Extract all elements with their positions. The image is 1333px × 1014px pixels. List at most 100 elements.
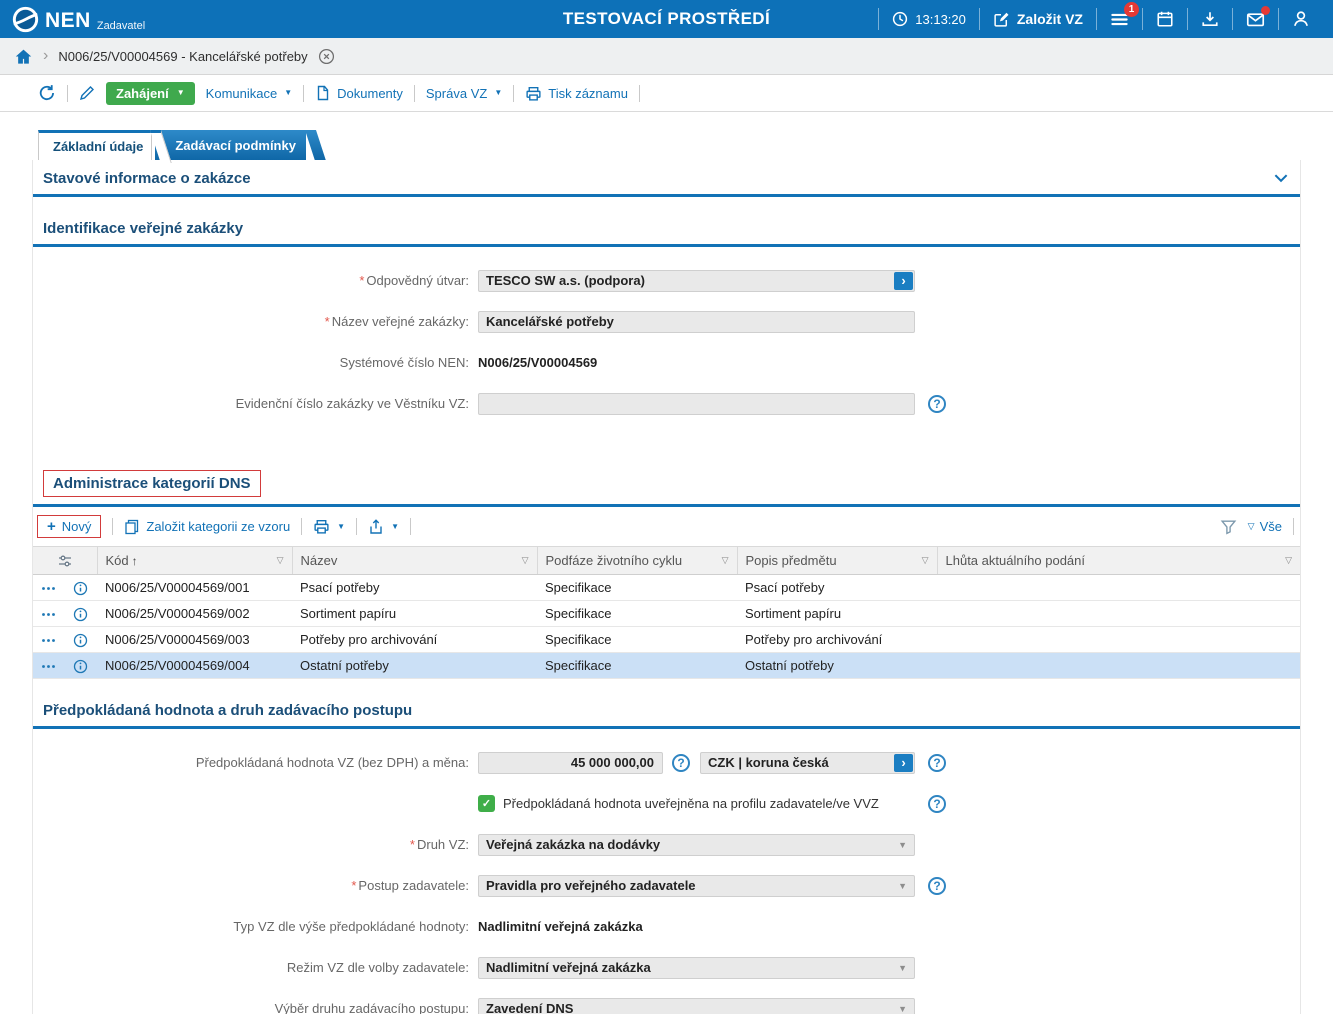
- row-info-icon[interactable]: [73, 607, 88, 622]
- profile-button[interactable]: [1278, 8, 1323, 30]
- row-menu-icon[interactable]: [41, 664, 56, 669]
- help-icon[interactable]: ?: [928, 795, 946, 813]
- col-header-popis[interactable]: Popis předmětu ▽: [737, 547, 937, 575]
- field-value: Veřejná zakázka na dodávky: [486, 837, 660, 852]
- currency-field[interactable]: CZK | koruna česká ›: [700, 752, 915, 774]
- tab-zakladni-udaje[interactable]: Základní údaje: [38, 130, 152, 160]
- table-settings-header[interactable]: [33, 547, 97, 575]
- collapse-chevron-icon[interactable]: [1272, 169, 1290, 187]
- messages-button[interactable]: [1232, 8, 1278, 30]
- filter-funnel-icon[interactable]: [1220, 518, 1237, 535]
- filter-caret-icon[interactable]: ▽: [277, 556, 284, 565]
- divider: [356, 518, 357, 535]
- menu-badge: 1: [1124, 2, 1139, 17]
- home-icon[interactable]: [14, 47, 33, 66]
- cell-popis: Ostatní potřeby: [737, 653, 937, 679]
- top-bar: NEN Zadavatel TESTOVACÍ PROSTŘEDÍ 13:13:…: [0, 0, 1333, 38]
- col-header-lhuta[interactable]: Lhůta aktuálního podání▽: [937, 547, 1300, 575]
- col-label: Podfáze životního cyklu: [546, 553, 683, 568]
- table-row[interactable]: N006/25/V00004569/001 Psací potřeby Spec…: [33, 575, 1300, 601]
- picker-chevron-icon[interactable]: ›: [894, 754, 913, 772]
- form-row-postup: *Postup zadavatele: Pravidla pro veřejné…: [33, 874, 1300, 897]
- nazev-vz-field[interactable]: Kancelářské potřeby: [478, 311, 915, 333]
- col-header-kod[interactable]: Kód↑▽: [97, 547, 292, 575]
- content-frame: Stavové informace o zakázce Identifikace…: [32, 160, 1301, 1014]
- create-from-template-button[interactable]: Založit kategorii ze vzoru: [124, 519, 290, 535]
- komunikace-menu[interactable]: Komunikace ▼: [206, 86, 292, 101]
- calendar-button[interactable]: [1142, 8, 1187, 30]
- status-section-header[interactable]: Stavové informace o zakázce: [33, 160, 1300, 197]
- help-icon[interactable]: ?: [672, 754, 690, 772]
- breadcrumb-item[interactable]: N006/25/V00004569 - Kancelářské potřeby: [58, 49, 307, 64]
- chevron-down-icon: ▼: [177, 89, 185, 97]
- plus-icon: +: [47, 519, 56, 534]
- view-all-filter[interactable]: ▽ Vše: [1248, 519, 1282, 534]
- col-header-nazev[interactable]: Název▽: [292, 547, 537, 575]
- amount-field[interactable]: 45 000 000,00: [478, 752, 663, 774]
- print-menu-button[interactable]: ▼: [313, 518, 345, 535]
- required-marker: *: [325, 314, 330, 329]
- dokumenty-button[interactable]: Dokumenty: [315, 85, 403, 101]
- checkbox-checked-icon[interactable]: ✓: [478, 795, 495, 812]
- new-category-button[interactable]: + Nový: [37, 515, 101, 538]
- row-menu-icon[interactable]: [41, 612, 56, 617]
- filter-caret-icon[interactable]: ▽: [522, 556, 529, 565]
- help-icon[interactable]: ?: [928, 395, 946, 413]
- create-vz-button[interactable]: Založit VZ: [979, 8, 1096, 30]
- chevron-down-icon: ▽: [1248, 522, 1255, 531]
- export-icon: [368, 519, 384, 535]
- refresh-icon[interactable]: [38, 84, 56, 102]
- col-label: Popis předmětu: [746, 553, 837, 568]
- postup-dropdown[interactable]: Pravidla pro veřejného zadavatele ▼: [478, 875, 915, 897]
- field-label: Systémové číslo NEN:: [33, 355, 478, 370]
- tab-label: Zadávací podmínky: [175, 138, 296, 153]
- filter-caret-icon[interactable]: ▽: [922, 556, 929, 565]
- cell-popis: Psací potřeby: [737, 575, 937, 601]
- tab-zadavaci-podminky[interactable]: Zadávací podmínky: [155, 130, 306, 160]
- help-icon[interactable]: ?: [928, 877, 946, 895]
- komunikace-label: Komunikace: [206, 86, 278, 101]
- sliders-icon[interactable]: [57, 553, 73, 569]
- row-info-icon[interactable]: [73, 659, 88, 674]
- field-value: 45 000 000,00: [571, 755, 654, 770]
- filter-caret-icon[interactable]: ▽: [722, 556, 729, 565]
- field-label: Typ VZ dle výše předpokládané hodnoty:: [33, 919, 478, 934]
- rezim-dropdown[interactable]: Nadlimitní veřejná zakázka ▼: [478, 957, 915, 979]
- tisk-zaznamu-button[interactable]: Tisk záznamu: [525, 85, 628, 102]
- topbar-actions: 13:13:20 Založit VZ 1: [878, 8, 1323, 30]
- downloads-button[interactable]: [1187, 8, 1232, 30]
- chevron-down-icon: ▼: [494, 89, 502, 97]
- help-icon[interactable]: ?: [928, 754, 946, 772]
- export-menu-button[interactable]: ▼: [368, 519, 399, 535]
- chevron-down-icon: ▼: [284, 89, 292, 97]
- table-row[interactable]: N006/25/V00004569/002 Sortiment papíru S…: [33, 601, 1300, 627]
- field-value: Kancelářské potřeby: [486, 314, 614, 329]
- picker-chevron-icon[interactable]: ›: [894, 272, 913, 290]
- row-info-icon[interactable]: [73, 633, 88, 648]
- brand-subtitle: Zadavatel: [97, 19, 145, 33]
- druh-vz-dropdown[interactable]: Veřejná zakázka na dodávky ▼: [478, 834, 915, 856]
- col-label: Kód: [106, 553, 129, 568]
- identification-form: *Odpovědný útvar: TESCO SW a.s. (podpora…: [33, 247, 1300, 447]
- state-dropdown-button[interactable]: Zahájení ▼: [106, 82, 195, 105]
- evidencni-cislo-field[interactable]: [478, 393, 915, 415]
- document-icon: [315, 85, 331, 101]
- chevron-down-icon: ▼: [391, 523, 399, 531]
- vyber-postupu-dropdown[interactable]: Zavedení DNS ▼: [478, 998, 915, 1014]
- col-header-podfaze[interactable]: Podfáze životního cyklu ▽: [537, 547, 737, 575]
- cell-lhuta: [937, 653, 1300, 679]
- row-menu-icon[interactable]: [41, 638, 56, 643]
- filter-caret-icon[interactable]: ▽: [1285, 556, 1292, 565]
- odpovedny-utvar-field[interactable]: TESCO SW a.s. (podpora) ›: [478, 270, 915, 292]
- row-info-icon[interactable]: [73, 581, 88, 596]
- table-row-selected[interactable]: N006/25/V00004569/004 Ostatní potřeby Sp…: [33, 653, 1300, 679]
- table-row[interactable]: N006/25/V00004569/003 Potřeby pro archiv…: [33, 627, 1300, 653]
- sprava-vz-menu[interactable]: Správa VZ ▼: [426, 86, 502, 101]
- field-label-text: Druh VZ:: [417, 837, 469, 852]
- app-brand[interactable]: NEN Zadavatel: [12, 6, 145, 33]
- row-menu-icon[interactable]: [41, 586, 56, 591]
- close-record-icon[interactable]: [318, 48, 335, 65]
- field-label: Výběr druhu zadávacího postupu:: [33, 1001, 478, 1014]
- main-menu-button[interactable]: 1: [1096, 8, 1142, 30]
- edit-pencil-icon[interactable]: [79, 85, 95, 101]
